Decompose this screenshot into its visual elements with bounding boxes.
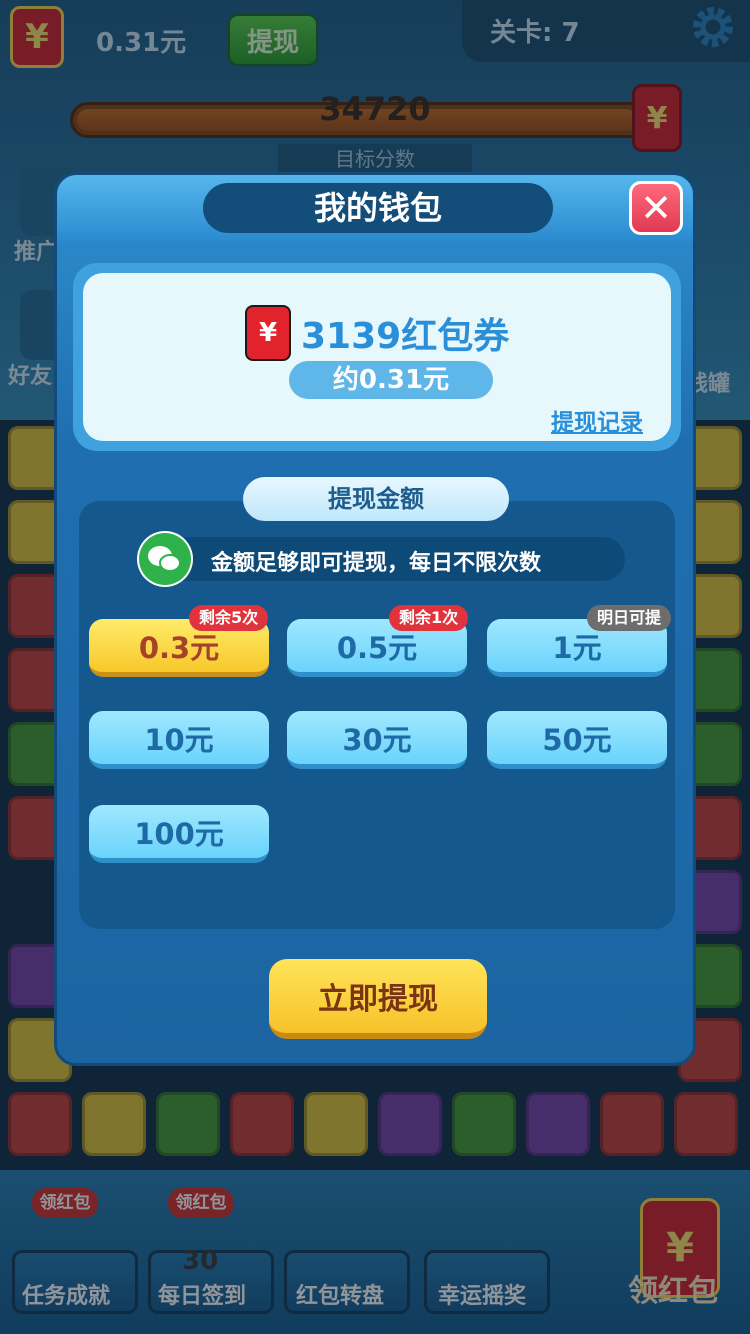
amount-option-50[interactable]: 50元 <box>487 711 667 769</box>
amount-option-100[interactable]: 100元 <box>89 805 269 863</box>
wallet-title: 我的钱包 <box>203 183 553 233</box>
wechat-withdraw-note: 金额足够即可提现，每日不限次数 <box>211 551 542 576</box>
close-icon[interactable]: ✕ <box>629 181 683 235</box>
red-packet-coupon-icon: ¥ <box>245 305 291 361</box>
wallet-dialog: 我的钱包 ✕ ¥ 3139红包券 约0.31元 提现记录 提现金额 金额足够即可… <box>54 172 696 1066</box>
coupon-balance: 3139红包券 <box>301 316 510 357</box>
remaining-badge: 剩余1次 <box>389 605 469 631</box>
amount-option-30[interactable]: 30元 <box>287 711 467 769</box>
remaining-badge: 剩余5次 <box>189 605 269 631</box>
withdraw-record-link[interactable]: 提现记录 <box>551 403 643 437</box>
amount-option-10[interactable]: 10元 <box>89 711 269 769</box>
withdraw-now-button[interactable]: 立即提现 <box>269 959 487 1039</box>
approx-cash-value: 约0.31元 <box>289 361 493 399</box>
balance-card: ¥ 3139红包券 约0.31元 提现记录 <box>73 263 681 451</box>
amount-section-title: 提现金额 <box>243 477 509 521</box>
wechat-icon <box>137 531 193 587</box>
next-day-badge: 明日可提 <box>587 605 672 631</box>
